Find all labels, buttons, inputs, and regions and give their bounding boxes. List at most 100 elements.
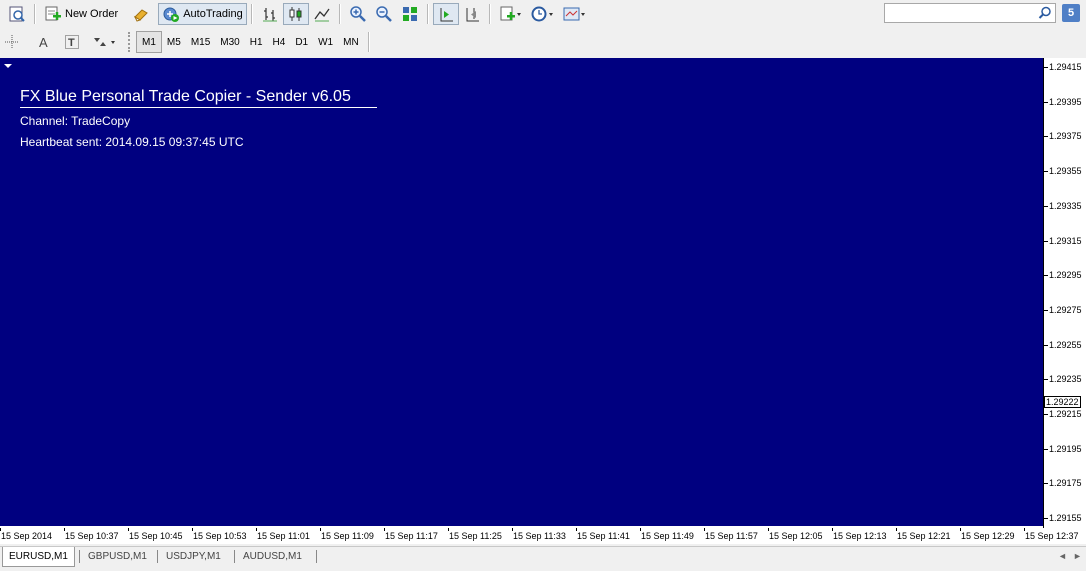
price-tick: [1044, 414, 1048, 415]
tab-separator: [79, 550, 80, 563]
price-tick: [1044, 275, 1048, 277]
chart-tabs-bar: ◄ ► EURUSD,M1 GBPUSD,M1 USDJPY,M1 AUDUSD,M1: [0, 546, 1086, 571]
timeframe-button-m30[interactable]: M30: [215, 32, 244, 52]
current-price-label: 1.29222: [1044, 395, 1081, 408]
periods-button[interactable]: [527, 3, 559, 25]
zoom-out-button[interactable]: [371, 3, 397, 25]
line-studies-toolbar: A T M1 M5 M15 M30 H1 H4 D1 W1 MN: [0, 28, 1086, 56]
price-label: 1.29275: [1049, 304, 1082, 315]
search-box[interactable]: [884, 3, 1056, 23]
price-label: 1.29255: [1049, 339, 1082, 350]
tab-separator: [157, 550, 158, 563]
price-label: 1.29335: [1049, 200, 1082, 211]
autotrading-button[interactable]: AutoTrading: [158, 3, 247, 25]
new-order-button[interactable]: New Order: [40, 3, 122, 25]
arrows-icon: [94, 38, 115, 46]
price-label: 1.29355: [1049, 166, 1082, 177]
price-tick: [1044, 379, 1048, 381]
help-button[interactable]: 5: [1062, 4, 1080, 22]
time-label: 15 Sep 12:29: [961, 531, 1015, 541]
line-studies-group: A T M1 M5 M15 M30 H1 H4 D1 W1 MN: [0, 30, 374, 54]
line-chart-button[interactable]: [309, 3, 335, 25]
price-label: 1.29395: [1049, 96, 1082, 107]
price-tick: [1044, 240, 1048, 242]
price-label: 1.29155: [1049, 513, 1082, 524]
price-tick: [1044, 136, 1048, 138]
market-watch-icon: [9, 6, 25, 22]
tabs-scroll-left-icon[interactable]: ◄: [1058, 551, 1067, 561]
price-label: 1.29295: [1049, 270, 1082, 281]
price-tick: [1044, 67, 1048, 68]
zoom-in-icon: [349, 6, 366, 22]
time-label: 15 Sep 11:49: [641, 531, 694, 541]
timeframe-button-mn[interactable]: MN: [338, 32, 364, 52]
text-button[interactable]: A: [32, 31, 56, 53]
bar-chart-button[interactable]: [257, 3, 283, 25]
chart-plot-area[interactable]: FX Blue Personal Trade Copier - Sender v…: [0, 58, 1043, 526]
price-tick: [1044, 518, 1048, 520]
timeframe-button-h4[interactable]: H4: [268, 32, 291, 52]
auto-scroll-button[interactable]: [432, 3, 459, 25]
price-label: 1.29195: [1049, 443, 1082, 454]
crosshair-icon: [5, 35, 19, 49]
candlestick-button[interactable]: [282, 3, 309, 25]
search-icon[interactable]: [1038, 6, 1052, 20]
svg-text:A: A: [39, 35, 48, 50]
templates-button[interactable]: [559, 3, 591, 25]
trade-copier-title: FX Blue Personal Trade Copier - Sender v…: [20, 88, 377, 108]
chart-tab-usdjpy-m1[interactable]: USDJPY,M1: [160, 547, 227, 566]
chart-tab-audusd-m1[interactable]: AUDUSD,M1: [237, 547, 308, 566]
tab-separator: [316, 550, 317, 563]
metaeditor-button[interactable]: [128, 3, 154, 25]
time-label: 15 Sep 11:01: [257, 531, 310, 541]
autotrading-icon: [163, 7, 180, 22]
time-label: 15 Sep 12:37: [1025, 531, 1079, 541]
indicators-button[interactable]: [495, 3, 527, 25]
tabs-scroll-right-icon[interactable]: ►: [1073, 551, 1082, 561]
price-tick: [1044, 171, 1048, 173]
separator: [426, 4, 429, 24]
timeframe-button-h1[interactable]: H1: [245, 32, 268, 52]
time-label: 15 Sep 12:13: [833, 531, 887, 541]
time-axis[interactable]: 15 Sep 2014 15 Sep 10:37 15 Sep 10:45 15 Se…: [0, 528, 1086, 544]
chart-tab-gbpusd-m1[interactable]: GBPUSD,M1: [82, 547, 153, 566]
chart-menu-triangle-icon[interactable]: [4, 64, 12, 68]
timeframe-button-m15[interactable]: M15: [186, 32, 215, 52]
timeframe-button-d1[interactable]: D1: [290, 32, 313, 52]
clock-icon: [531, 6, 553, 22]
chart-window[interactable]: FX Blue Personal Trade Copier - Sender v…: [0, 58, 1086, 528]
bar-chart-icon: [262, 8, 277, 22]
market-watch-button[interactable]: [4, 3, 30, 25]
separator: [488, 4, 491, 24]
main-toolbar-group: New Order AutoTrading: [4, 2, 591, 26]
text-label-icon: T: [65, 35, 79, 49]
zoom-in-button[interactable]: [345, 3, 371, 25]
timeframe-button-m5[interactable]: M5: [162, 32, 186, 52]
heartbeat-text: Heartbeat sent: 2014.09.15 09:37:45 UTC: [20, 135, 244, 149]
time-label: 15 Sep 11:33: [513, 531, 566, 541]
separator: [250, 4, 253, 24]
time-label: 15 Sep 10:37: [65, 531, 119, 541]
price-axis[interactable]: 1.29415 1.29395 1.29375 1.29355 1.29335 1.293…: [1043, 58, 1086, 528]
tile-windows-button[interactable]: [397, 3, 423, 25]
crosshair-button[interactable]: [0, 31, 24, 53]
line-chart-icon: [314, 8, 330, 22]
price-tick: [1044, 101, 1048, 103]
price-label: 1.29375: [1049, 131, 1082, 142]
timeframe-button-m1[interactable]: M1: [136, 31, 162, 53]
price-label: 1.29215: [1049, 409, 1082, 419]
timeframe-button-w1[interactable]: W1: [313, 32, 338, 52]
trade-copier-info-panel: FX Blue Personal Trade Copier - Sender v…: [20, 88, 377, 149]
metaeditor-icon: [133, 9, 148, 22]
arrows-button[interactable]: [88, 31, 122, 53]
chart-tab-eurusd-m1[interactable]: EURUSD,M1: [2, 547, 75, 567]
time-label: 15 Sep 10:53: [193, 531, 247, 541]
separator: [34, 4, 36, 24]
toolbar-grip[interactable]: [128, 32, 133, 52]
tile-windows-icon: [402, 7, 417, 21]
indicators-icon: [500, 6, 521, 21]
timeframes-toolbar: M1 M5 M15 M30 H1 H4 D1 W1 MN: [136, 31, 374, 53]
text-label-button[interactable]: T: [60, 31, 84, 53]
chart-shift-icon: [466, 8, 479, 22]
chart-shift-button[interactable]: [459, 3, 485, 25]
